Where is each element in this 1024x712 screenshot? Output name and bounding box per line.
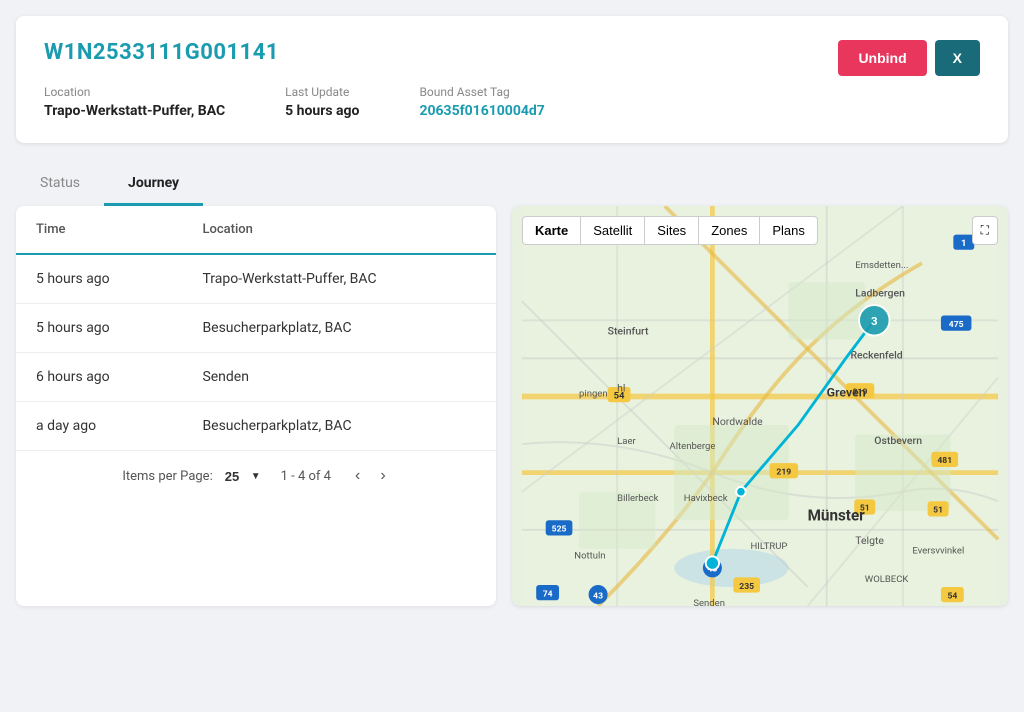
svg-text:1: 1 [961, 238, 966, 249]
tab-journey[interactable]: Journey [104, 163, 203, 206]
items-per-page-select[interactable]: 25 50 100 [225, 469, 247, 484]
prev-page-button[interactable]: ‹ [351, 465, 364, 487]
col-time: Time [16, 206, 182, 254]
svg-text:Ostbevern: Ostbevern [874, 434, 922, 447]
svg-text:481: 481 [937, 456, 952, 466]
journey-table: Time Location 5 hours agoTrapo-Werkstatt… [16, 206, 496, 451]
location-label: Location [44, 85, 225, 99]
meta-row: Location Trapo-Werkstatt-Puffer, BAC Las… [44, 85, 545, 119]
svg-text:Steinfurt: Steinfurt [608, 325, 649, 338]
svg-text:Nordwalde: Nordwalde [712, 415, 763, 428]
table-row: a day agoBesucherparkplatz, BAC [16, 402, 496, 451]
content-area: Time Location 5 hours agoTrapo-Werkstatt… [16, 206, 1008, 606]
tabs-bar: Status Journey [16, 163, 1008, 206]
location-value: Trapo-Werkstatt-Puffer, BAC [44, 103, 225, 119]
close-button[interactable]: X [935, 40, 980, 76]
map-btn-plans[interactable]: Plans [759, 216, 818, 245]
svg-text:Senden: Senden [693, 598, 725, 606]
header-card: W1N2533111G001141 Location Trapo-Werksta… [16, 16, 1008, 143]
svg-text:74: 74 [543, 589, 553, 599]
svg-text:Billerbeck: Billerbeck [617, 493, 659, 504]
svg-text:Ladbergen: Ladbergen [855, 286, 905, 299]
header-info: W1N2533111G001141 Location Trapo-Werksta… [44, 40, 545, 119]
map-fullscreen-button[interactable]: ⛶ [972, 216, 998, 245]
bound-tag-value[interactable]: 20635f01610004d7 [419, 103, 544, 119]
svg-text:Münster: Münster [808, 506, 866, 524]
svg-text:475: 475 [949, 320, 964, 330]
svg-text:43: 43 [593, 591, 603, 601]
svg-text:Havixbeck: Havixbeck [684, 493, 728, 504]
svg-text:235: 235 [739, 582, 754, 592]
row-location: Trapo-Werkstatt-Puffer, BAC [182, 254, 496, 304]
svg-text:Telgte: Telgte [855, 534, 884, 547]
table-row: 5 hours agoTrapo-Werkstatt-Puffer, BAC [16, 254, 496, 304]
asset-id: W1N2533111G001141 [44, 40, 545, 65]
row-time: 5 hours ago [16, 304, 182, 353]
svg-text:525: 525 [552, 525, 567, 535]
svg-text:Eversvvinkel: Eversvvinkel [912, 546, 964, 557]
svg-text:51: 51 [933, 506, 943, 516]
row-time: 5 hours ago [16, 254, 182, 304]
row-time: a day ago [16, 402, 182, 451]
svg-text:WOLBECK: WOLBECK [865, 574, 909, 585]
items-per-page-label: Items per Page: [122, 469, 212, 484]
map-btn-karte[interactable]: Karte [522, 216, 580, 245]
map-btn-sites[interactable]: Sites [644, 216, 698, 245]
row-location: Senden [182, 353, 496, 402]
header-actions: Unbind X [838, 40, 980, 76]
items-per-page-wrapper: 25 50 100 ▼ [225, 469, 261, 484]
page-info: 1 - 4 of 4 [281, 469, 331, 484]
table-row: 5 hours agoBesucherparkplatz, BAC [16, 304, 496, 353]
unbind-button[interactable]: Unbind [838, 40, 926, 76]
pagination-row: Items per Page: 25 50 100 ▼ 1 - 4 of 4 ‹… [16, 451, 496, 501]
svg-text:Altenberge: Altenberge [670, 441, 716, 452]
row-time: 6 hours ago [16, 353, 182, 402]
svg-text:54: 54 [947, 591, 957, 601]
last-update-value: 5 hours ago [285, 103, 359, 119]
svg-text:pingen: pingen [579, 388, 608, 399]
svg-text:Emsdetten...: Emsdetten... [855, 260, 908, 271]
fullscreen-icon: ⛶ [981, 223, 989, 237]
table-panel: Time Location 5 hours agoTrapo-Werkstatt… [16, 206, 496, 606]
map-toolbar: Karte Satellit Sites Zones Plans [522, 216, 818, 245]
bound-tag-label: Bound Asset Tag [419, 85, 544, 99]
bound-tag-info: Bound Asset Tag 20635f01610004d7 [419, 85, 544, 119]
row-location: Besucherparkplatz, BAC [182, 304, 496, 353]
map-btn-zones[interactable]: Zones [698, 216, 759, 245]
svg-text:Greven: Greven [827, 386, 866, 400]
svg-text:Nottuln: Nottuln [574, 550, 605, 561]
table-row: 6 hours agoSenden [16, 353, 496, 402]
row-location: Besucherparkplatz, BAC [182, 402, 496, 451]
svg-text:HILTRUP: HILTRUP [750, 541, 787, 552]
svg-text:Reckenfeld: Reckenfeld [850, 348, 902, 361]
location-info: Location Trapo-Werkstatt-Puffer, BAC [44, 85, 225, 119]
col-location: Location [182, 206, 496, 254]
svg-text:hl: hl [617, 382, 625, 395]
last-update-label: Last Update [285, 85, 359, 99]
last-update-info: Last Update 5 hours ago [285, 85, 359, 119]
dropdown-arrow-icon: ▼ [251, 471, 261, 482]
map-btn-satellit[interactable]: Satellit [580, 216, 644, 245]
map-svg: 1 475 54 219 219 481 51 [512, 206, 1008, 606]
map-panel: 1 475 54 219 219 481 51 [512, 206, 1008, 606]
tab-status[interactable]: Status [16, 163, 104, 206]
next-page-button[interactable]: › [376, 465, 389, 487]
svg-text:219: 219 [776, 468, 791, 478]
svg-text:Laer: Laer [617, 436, 636, 447]
svg-text:3: 3 [871, 314, 878, 328]
